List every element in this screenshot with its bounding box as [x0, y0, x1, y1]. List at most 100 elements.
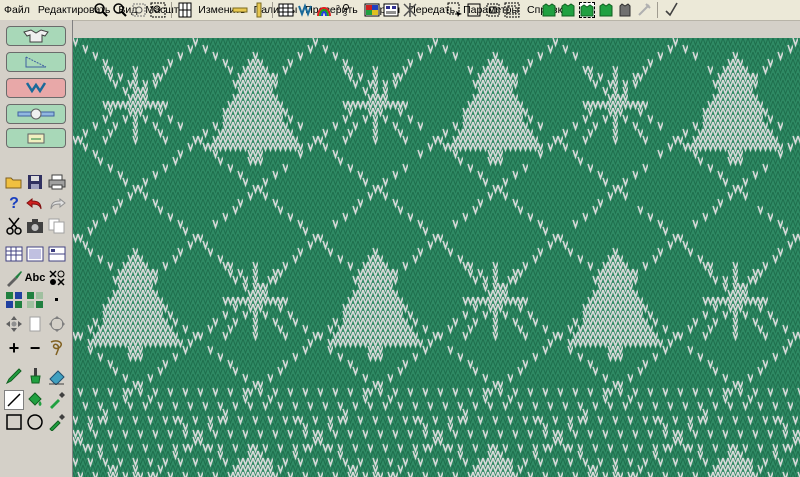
menu-item-0[interactable]: Файл — [0, 1, 34, 19]
ruler-h-icon[interactable] — [232, 2, 248, 18]
garment-a-icon[interactable] — [541, 2, 557, 18]
needle-bed-button[interactable] — [6, 104, 66, 124]
sweater-front-button[interactable] — [6, 26, 66, 46]
rectangle-icon — [6, 414, 22, 430]
remove-button[interactable]: − — [25, 338, 45, 358]
text-tool-button[interactable]: Abc — [24, 268, 46, 288]
card-button[interactable] — [6, 128, 66, 148]
zoom-fit-icon[interactable] — [131, 2, 147, 18]
scissors-icon — [6, 217, 22, 235]
undo-icon — [26, 197, 42, 210]
grid-tool-b-button[interactable] — [25, 244, 45, 264]
paint-brush-icon — [30, 368, 41, 384]
pattern-b-button[interactable] — [25, 290, 45, 310]
capture-button[interactable] — [25, 216, 45, 236]
garment-f-icon[interactable] — [636, 2, 652, 18]
diagonal-shape-icon — [25, 56, 47, 68]
frame-tool-button[interactable] — [25, 314, 45, 334]
symbol-view-icon[interactable]: 23 — [335, 2, 351, 18]
move-icon — [6, 316, 22, 332]
dropper-icon — [49, 414, 65, 431]
paint-tool-button[interactable] — [25, 366, 45, 386]
grid-tool-c-button[interactable] — [47, 244, 67, 264]
dot-tool-button[interactable] — [47, 290, 67, 310]
garment-back-button[interactable] — [6, 78, 66, 98]
svg-text:3: 3 — [343, 11, 347, 18]
eyedropper-icon — [50, 392, 65, 409]
dot-icon — [55, 298, 58, 301]
help-button[interactable]: ? — [4, 194, 24, 214]
needles-icon[interactable] — [402, 2, 418, 18]
help-icon: ? — [9, 195, 19, 212]
select-rect-icon[interactable] — [447, 2, 463, 18]
folder-open-icon — [5, 177, 22, 189]
cut-button[interactable] — [4, 216, 24, 236]
frame-icon — [29, 316, 41, 332]
color-palette-icon[interactable] — [364, 2, 380, 18]
print-button[interactable] — [47, 172, 67, 192]
symbols-icon — [49, 270, 65, 286]
top-toolbar-5 — [541, 1, 679, 19]
zoom-area-icon[interactable] — [150, 2, 166, 18]
pattern-a-button[interactable] — [4, 290, 24, 310]
knit-pattern-canvas[interactable] — [73, 38, 800, 477]
printer-icon — [48, 174, 66, 190]
fill-tool-button[interactable] — [25, 390, 45, 410]
top-toolbar-4 — [447, 1, 520, 19]
symbol-tool-button[interactable] — [47, 268, 67, 288]
grid-view-icon[interactable] — [177, 2, 193, 18]
chart-icon[interactable] — [383, 2, 399, 18]
zoom-out-icon[interactable] — [112, 2, 128, 18]
line-tool-button[interactable] — [4, 390, 24, 410]
card-icon — [27, 133, 45, 144]
select-box-icon[interactable] — [466, 2, 482, 18]
knit-view-icon[interactable] — [297, 2, 313, 18]
save-file-button[interactable] — [25, 172, 45, 192]
plus-icon: + — [8, 337, 20, 358]
text-tool-label: Abc — [24, 272, 46, 284]
grid-tool-a-button[interactable] — [4, 244, 24, 264]
garment-e-icon[interactable] — [617, 2, 633, 18]
select-all-icon[interactable] — [504, 2, 520, 18]
sweater-front-icon — [23, 29, 49, 43]
copy-button[interactable] — [47, 216, 67, 236]
lasso-tool-button[interactable] — [47, 338, 67, 358]
garment-b-icon[interactable] — [560, 2, 576, 18]
camera-icon — [27, 219, 43, 233]
pen-tool-button[interactable] — [4, 366, 24, 386]
eraser-tool-button[interactable] — [47, 366, 67, 386]
line-icon — [7, 393, 21, 407]
rotate-icon — [49, 316, 65, 332]
brush-tool-button[interactable] — [4, 268, 24, 288]
add-button[interactable]: + — [4, 338, 24, 358]
diagonal-shape-button[interactable] — [6, 52, 66, 72]
zoom-in-icon[interactable] — [93, 2, 109, 18]
ellipse-tool-button[interactable] — [25, 412, 45, 432]
garment-c-icon[interactable] — [579, 2, 595, 18]
table-icon[interactable] — [278, 2, 294, 18]
ruler-v-icon[interactable] — [251, 2, 267, 18]
top-toolbar-3 — [364, 1, 418, 19]
minus-icon: − — [29, 337, 41, 358]
garment-back-icon — [25, 82, 47, 94]
select-fill-icon[interactable] — [485, 2, 501, 18]
rect-tool-button[interactable] — [4, 412, 24, 432]
garment-d-icon[interactable] — [598, 2, 614, 18]
undo-button[interactable] — [25, 194, 45, 214]
rainbow-icon[interactable] — [316, 2, 332, 18]
move-tool-button[interactable] — [4, 314, 24, 334]
left-toolbox: ? Abc + − — [0, 20, 73, 477]
grid-b-icon — [26, 246, 44, 262]
redo-button[interactable] — [47, 194, 67, 214]
check-icon[interactable] — [663, 2, 679, 18]
knit-pattern — [73, 38, 800, 477]
needle-bed-icon — [17, 108, 55, 120]
color-picker-button[interactable] — [47, 390, 67, 410]
ellipse-icon — [27, 414, 43, 430]
open-file-button[interactable] — [4, 172, 24, 192]
rotate-tool-button[interactable] — [47, 314, 67, 334]
dropper-tool-button[interactable] — [47, 412, 67, 432]
grid-c-icon — [48, 246, 66, 262]
fill-bucket-icon — [28, 392, 42, 406]
floppy-icon — [28, 175, 42, 189]
